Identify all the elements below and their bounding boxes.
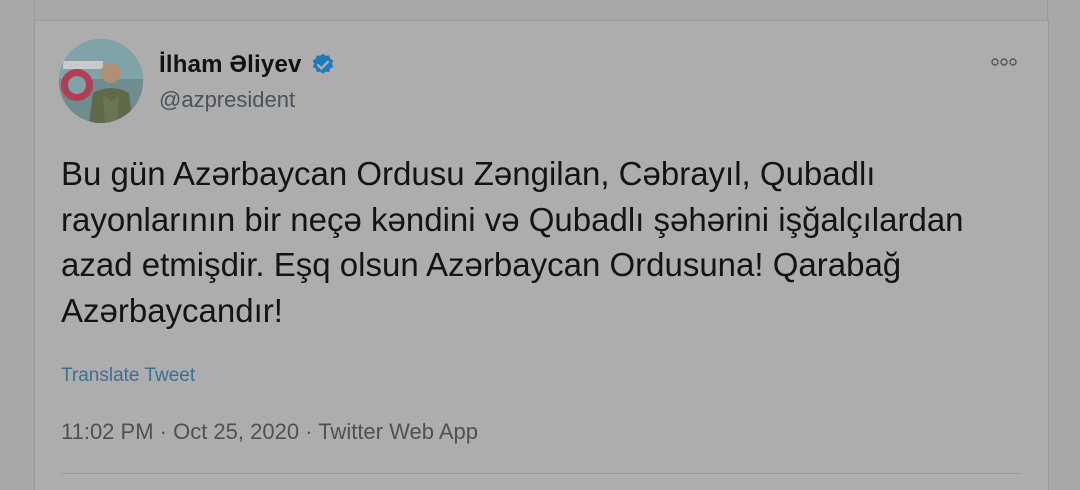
tweet-timestamp[interactable]: 11:02 PM · Oct 25, 2020 · Twitter Web Ap…: [61, 419, 478, 445]
avatar[interactable]: [59, 39, 143, 123]
divider: [61, 473, 1022, 474]
tweet-text: Bu gün Azərbaycan Ordusu Zəngilan, Cəbra…: [61, 155, 964, 329]
author-handle[interactable]: @azpresident: [159, 87, 295, 113]
verified-badge-icon: [310, 52, 336, 78]
author-row: İlham Əliyev: [159, 51, 336, 79]
tweet-screenshot: İlham Əliyev @azpresident Bu gün Azərbay…: [0, 0, 1080, 490]
timeline-border-left: [34, 0, 35, 20]
tweet-card: İlham Əliyev @azpresident Bu gün Azərbay…: [34, 20, 1049, 490]
author-name[interactable]: İlham Əliyev: [159, 51, 302, 79]
more-options-icon[interactable]: [990, 55, 1018, 67]
translate-tweet-link[interactable]: Translate Tweet: [61, 365, 195, 387]
timeline-border-right: [1047, 0, 1048, 20]
avatar-image: [59, 39, 143, 123]
